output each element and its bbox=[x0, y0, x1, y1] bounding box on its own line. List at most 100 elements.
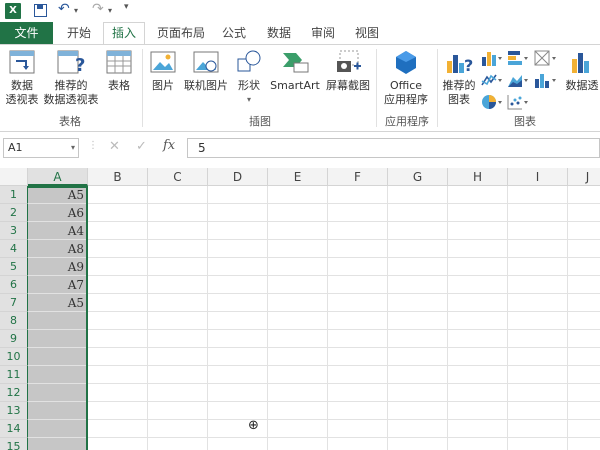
tab-formulas[interactable]: 公式 bbox=[214, 22, 254, 44]
row-header-15[interactable]: 15 bbox=[0, 438, 28, 450]
recommended-charts-button[interactable]: ? 推荐的 图表 bbox=[440, 49, 478, 107]
selection-top-border bbox=[28, 186, 88, 188]
column-gridline bbox=[267, 186, 268, 450]
redo-icon[interactable]: ↷ bbox=[92, 1, 104, 17]
cell-a4[interactable]: A8 bbox=[28, 240, 84, 258]
select-all-corner[interactable] bbox=[0, 168, 28, 186]
row-header-7[interactable]: 7 bbox=[0, 294, 28, 312]
cell-a2[interactable]: A6 bbox=[28, 204, 84, 222]
pivot-chart-label: 数据透 bbox=[565, 79, 599, 92]
row-header-11[interactable]: 11 bbox=[0, 366, 28, 384]
table-label: 表格 bbox=[108, 79, 130, 92]
row-header-6[interactable]: 6 bbox=[0, 276, 28, 294]
cell-area[interactable]: A5 A6 A4 A8 A9 A7 A5 bbox=[28, 186, 600, 450]
column-header-h[interactable]: H bbox=[448, 168, 508, 186]
tab-insert[interactable]: 插入 bbox=[103, 22, 145, 44]
insert-function-icon[interactable]: fx bbox=[163, 138, 175, 153]
group-separator bbox=[437, 49, 438, 127]
online-picture-label: 联机图片 bbox=[184, 79, 228, 92]
pie-chart-icon[interactable] bbox=[480, 93, 502, 111]
row-header-10[interactable]: 10 bbox=[0, 348, 28, 366]
excel-logo-icon: X bbox=[5, 3, 21, 19]
column-header-b[interactable]: B bbox=[88, 168, 148, 186]
column-header-e[interactable]: E bbox=[268, 168, 328, 186]
cell-a5[interactable]: A9 bbox=[28, 258, 84, 276]
office-apps-label-2: 应用程序 bbox=[384, 93, 428, 106]
shapes-button[interactable]: 形状 ▾ bbox=[233, 49, 265, 107]
cell-a1[interactable]: A5 bbox=[28, 186, 84, 204]
area-chart-icon[interactable] bbox=[506, 71, 528, 89]
row-header-9[interactable]: 9 bbox=[0, 330, 28, 348]
column-header-f[interactable]: F bbox=[328, 168, 388, 186]
cell-a7[interactable]: A5 bbox=[28, 294, 84, 312]
column-header-c[interactable]: C bbox=[148, 168, 208, 186]
bar-chart-icon[interactable] bbox=[506, 49, 528, 67]
group-separator bbox=[142, 49, 143, 127]
column-gridline bbox=[207, 186, 208, 450]
tab-data[interactable]: 数据 bbox=[258, 22, 300, 44]
row-header-3[interactable]: 3 bbox=[0, 222, 28, 240]
office-apps-button[interactable]: Office 应用程序 bbox=[378, 49, 434, 107]
recommended-pivot-icon: ? bbox=[57, 50, 85, 76]
column-header-d[interactable]: D bbox=[208, 168, 268, 186]
column-header-i[interactable]: I bbox=[508, 168, 568, 186]
column-header-g[interactable]: G bbox=[388, 168, 448, 186]
online-picture-icon bbox=[193, 51, 219, 73]
customize-qat-icon[interactable]: ▾ bbox=[124, 2, 129, 12]
cancel-icon[interactable]: ✕ bbox=[109, 139, 120, 154]
tab-page-layout[interactable]: 页面布局 bbox=[150, 22, 212, 44]
smartart-button[interactable]: SmartArt bbox=[267, 49, 323, 93]
table-button[interactable]: 表格 bbox=[102, 49, 136, 93]
undo-icon[interactable]: ↶ bbox=[58, 1, 70, 17]
undo-dropdown-icon[interactable]: ▾ bbox=[74, 6, 78, 15]
row-header-13[interactable]: 13 bbox=[0, 402, 28, 420]
tab-review[interactable]: 审阅 bbox=[302, 22, 344, 44]
group-tables-label: 表格 bbox=[59, 115, 81, 128]
row-header-2[interactable]: 2 bbox=[0, 204, 28, 222]
row-header-5[interactable]: 5 bbox=[0, 258, 28, 276]
row-header-14[interactable]: 14 bbox=[0, 420, 28, 438]
shapes-dropdown-icon: ▾ bbox=[246, 95, 251, 104]
column-header-j[interactable]: J bbox=[568, 168, 600, 186]
recommended-pivot-button[interactable]: ? 推荐的 数据透视表 bbox=[42, 49, 100, 107]
tab-view[interactable]: 视图 bbox=[346, 22, 388, 44]
group-separator bbox=[376, 49, 377, 127]
online-picture-button[interactable]: 联机图片 bbox=[181, 49, 231, 93]
enter-icon[interactable]: ✓ bbox=[136, 139, 147, 154]
row-header-1[interactable]: 1 bbox=[0, 186, 28, 204]
column-chart-icon[interactable] bbox=[480, 49, 502, 67]
row-gridline bbox=[28, 401, 600, 402]
office-apps-icon bbox=[396, 51, 416, 74]
pivot-chart-button[interactable]: 数据透 bbox=[562, 49, 600, 93]
pivot-table-button[interactable]: 数据 透视表 bbox=[2, 49, 42, 107]
cell-a6[interactable]: A7 bbox=[28, 276, 84, 294]
formula-bar: A1 ▾ ⋮ ✕ ✓ fx 5 bbox=[0, 132, 600, 168]
name-box[interactable]: A1 ▾ bbox=[3, 138, 79, 158]
row-header-4[interactable]: 4 bbox=[0, 240, 28, 258]
recommended-charts-label-1: 推荐的 bbox=[442, 79, 476, 92]
quick-access-toolbar: X ↶ ▾ ↷ ▾ ▾ bbox=[0, 0, 600, 22]
name-box-dropdown-icon[interactable]: ▾ bbox=[71, 139, 75, 157]
column-header-a[interactable]: A bbox=[28, 168, 88, 186]
formula-input[interactable]: 5 bbox=[187, 138, 600, 158]
statistic-chart-icon[interactable] bbox=[532, 71, 558, 89]
redo-dropdown-icon[interactable]: ▾ bbox=[108, 6, 112, 15]
column-gridline bbox=[447, 186, 448, 450]
row-header-12[interactable]: 12 bbox=[0, 384, 28, 402]
column-gridline bbox=[147, 186, 148, 450]
formula-bar-grip-icon: ⋮ bbox=[88, 140, 98, 151]
table-icon bbox=[106, 50, 132, 74]
picture-button[interactable]: 图片 bbox=[146, 49, 180, 93]
hierarchy-chart-icon[interactable] bbox=[532, 49, 558, 67]
row-gridline bbox=[28, 347, 600, 348]
tab-file[interactable]: 文件 bbox=[0, 22, 53, 44]
screenshot-button[interactable]: 屏幕截图 bbox=[322, 49, 374, 93]
cell-a3[interactable]: A4 bbox=[28, 222, 84, 240]
recommended-charts-label-2: 图表 bbox=[448, 93, 470, 106]
save-icon[interactable] bbox=[34, 4, 47, 17]
recommended-pivot-label-2: 数据透视表 bbox=[43, 93, 99, 106]
line-chart-icon[interactable] bbox=[480, 71, 502, 89]
scatter-chart-icon[interactable] bbox=[506, 93, 528, 111]
row-header-8[interactable]: 8 bbox=[0, 312, 28, 330]
tab-home[interactable]: 开始 bbox=[58, 22, 100, 44]
